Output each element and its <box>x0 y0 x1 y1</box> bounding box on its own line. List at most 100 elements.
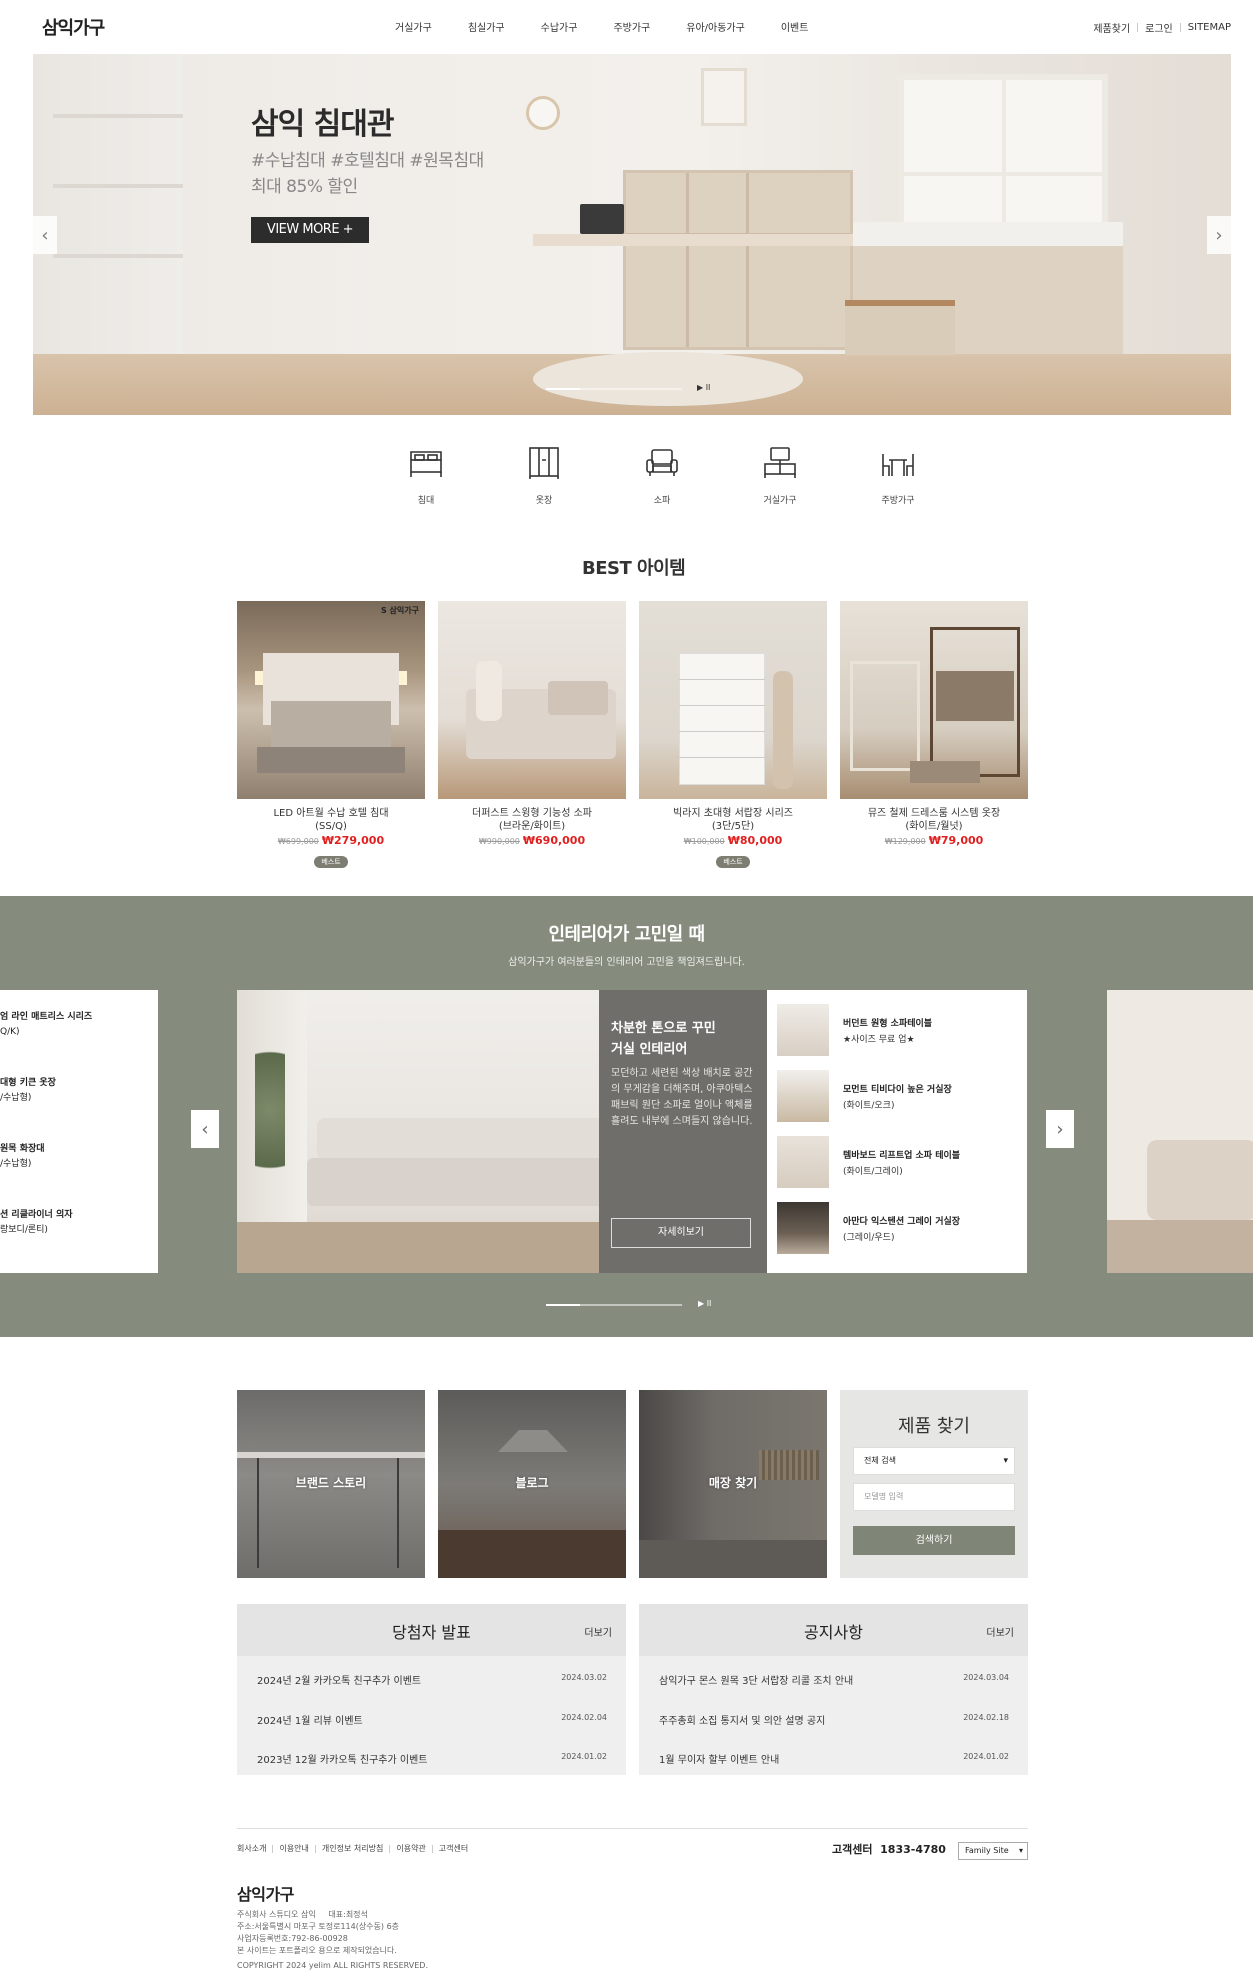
family-site-select[interactable]: Family Site <box>958 1842 1028 1860</box>
category-living[interactable]: 거실가구 <box>721 446 839 507</box>
nav-item-kitchen[interactable]: 주방가구 <box>613 19 650 34</box>
board-item[interactable]: 삼익가구 몬스 원목 3단 서랍장 리콜 조치 안내 2024.03.04 <box>659 1672 1009 1687</box>
category-bed[interactable]: 침대 <box>367 446 485 507</box>
board-item-title: 2024년 2월 카카오톡 친구추가 이벤트 <box>257 1676 422 1687</box>
nav-item-living[interactable]: 거실가구 <box>395 19 432 34</box>
pagination-bar[interactable] <box>580 1304 614 1306</box>
pagination-bar[interactable] <box>614 1304 648 1306</box>
quick-link-label: 블로그 <box>515 1476 549 1490</box>
related-item[interactable]: 엄 라인 매트리스 시리즈 Q/K) <box>0 1010 92 1040</box>
board-item-date: 2024.01.02 <box>561 1752 607 1761</box>
pagination-bar[interactable] <box>648 1304 682 1306</box>
hero-frame-image <box>701 68 747 126</box>
product-option: (3단/5단) <box>711 821 755 832</box>
related-product[interactable]: 버던트 원형 소파테이블 ★사이즈 무료 업★ <box>777 1004 1027 1056</box>
board-item-title: 2023년 12월 카카오톡 친구추가 이벤트 <box>257 1755 428 1766</box>
footer-link-terms[interactable]: 이용약관 <box>396 1843 425 1854</box>
product-name[interactable]: LED 아트월 수납 호텔 침대 <box>237 807 425 820</box>
product-image[interactable]: S 삼익가구 <box>237 601 425 799</box>
view-detail-button[interactable]: 자세히보기 <box>611 1218 751 1248</box>
hero-next-button[interactable]: › <box>1207 216 1231 254</box>
title-line: 차분한 톤으로 꾸민 <box>611 1021 716 1036</box>
related-item[interactable]: 원목 화장대/수납형) <box>0 1142 45 1172</box>
login-link[interactable]: 로그인 <box>1145 20 1173 35</box>
blog-link[interactable]: 블로그 <box>438 1390 626 1578</box>
pagination-bar[interactable] <box>648 388 682 390</box>
living-furniture-icon <box>764 447 796 478</box>
nav-item-kids[interactable]: 유아/아동가구 <box>686 19 745 34</box>
related-product-thumb[interactable] <box>777 1202 829 1254</box>
related-product[interactable]: 템바보드 리프트업 소파 테이블 (화이트/그레이) <box>777 1136 1027 1188</box>
hero-pagination <box>546 388 682 390</box>
related-item[interactable]: 션 리클라이너 의자 랑보디/론티) <box>0 1208 73 1238</box>
product-finder-panel: 제품 찾기 전체 검색 모델명 입력 검색하기 <box>840 1390 1028 1578</box>
sale-price: ₩279,000 <box>321 834 385 847</box>
brand-story-link[interactable]: 브랜드 스토리 <box>237 1390 425 1578</box>
hero-banner[interactable]: 삼익 침대관 #수납침대 #호텔침대 #원목침대 최대 85% 할인 VIEW … <box>33 54 1231 415</box>
model-name-input[interactable]: 모델명 입력 <box>853 1483 1015 1511</box>
product-image[interactable] <box>438 601 626 799</box>
nav-item-event[interactable]: 이벤트 <box>781 19 809 34</box>
living-room-image[interactable] <box>237 990 627 1273</box>
pagination-bar[interactable] <box>546 388 580 390</box>
board-item[interactable]: 주주총회 소집 통지서 및 의안 설명 공지 2024.02.18 <box>659 1712 1009 1727</box>
related-product-thumb[interactable] <box>777 1070 829 1122</box>
product-finder-link[interactable]: 제품찾기 <box>1093 20 1130 35</box>
product-card[interactable]: 빅라지 초대형 서랍장 시리즈 (3단/5단) ₩100,000 ₩80,000 … <box>639 601 827 868</box>
search-category-select[interactable]: 전체 검색 <box>853 1447 1015 1475</box>
category-kitchen[interactable]: 주방가구 <box>839 446 957 507</box>
related-product-thumb[interactable] <box>777 1136 829 1188</box>
related-product-thumb[interactable] <box>777 1004 829 1056</box>
hero-cabinet-image <box>623 170 853 350</box>
product-image[interactable] <box>639 601 827 799</box>
more-link[interactable]: 더보기 <box>584 1624 612 1639</box>
hero-prev-button[interactable]: ‹ <box>33 216 57 254</box>
hero-discount: 최대 85% 할인 <box>251 177 358 197</box>
sitemap-link[interactable]: SITEMAP <box>1188 22 1231 33</box>
hero-view-more-button[interactable]: VIEW MORE + <box>251 217 369 243</box>
board-item-date: 2024.01.02 <box>963 1752 1009 1761</box>
category-wardrobe[interactable]: 옷장 <box>485 446 603 507</box>
footer-link-privacy[interactable]: 개인정보 처리방침 <box>322 1843 383 1854</box>
hero-play-pause-control[interactable]: ▶ II <box>697 383 710 392</box>
interior-play-pause-control[interactable]: ▶ II <box>698 1299 711 1308</box>
product-card[interactable]: 더퍼스트 스윙형 기능성 소파 (브라운/화이트) ₩990,000 ₩690,0… <box>438 601 626 868</box>
related-product[interactable]: 모먼트 티비다이 높은 거실장 (화이트/오크) <box>777 1070 1027 1122</box>
product-name[interactable]: 뮤즈 철제 드레스룸 시스템 옷장 <box>840 807 1028 820</box>
related-item[interactable]: 대형 키큰 옷장/수납형) <box>0 1076 56 1106</box>
chevron-left-icon: ‹ <box>201 1118 209 1140</box>
board-item[interactable]: 2024년 2월 카카오톡 친구추가 이벤트 2024.03.02 <box>257 1672 607 1687</box>
related-product-name: 모먼트 티비다이 높은 거실장 <box>843 1085 952 1095</box>
category-sofa[interactable]: 소파 <box>603 446 721 507</box>
board-item[interactable]: 2024년 1월 리뷰 이벤트 2024.02.04 <box>257 1712 607 1727</box>
related-item-option: /수납형) <box>0 1093 32 1103</box>
pagination-bar[interactable] <box>580 388 614 390</box>
more-link[interactable]: 더보기 <box>986 1624 1014 1639</box>
product-name[interactable]: 빅라지 초대형 서랍장 시리즈 <box>639 807 827 820</box>
pagination-bar[interactable] <box>614 388 648 390</box>
site-logo[interactable]: 삼익가구 <box>42 14 105 40</box>
footer-link-company[interactable]: 회사소개 <box>237 1843 266 1854</box>
product-image[interactable] <box>840 601 1028 799</box>
interior-next-button[interactable]: › <box>1046 1110 1074 1148</box>
board-item[interactable]: 2023년 12월 카카오톡 친구추가 이벤트 2024.01.02 <box>257 1751 607 1766</box>
nav-item-storage[interactable]: 수납가구 <box>541 19 578 34</box>
interior-prev-button[interactable]: ‹ <box>191 1110 219 1148</box>
product-option: (SS/Q) <box>315 821 347 832</box>
store-locator-link[interactable]: 매장 찾기 <box>639 1390 827 1578</box>
product-card[interactable]: 뮤즈 철제 드레스룸 시스템 옷장 (화이트/월넛) ₩129,000 ₩79,0… <box>840 601 1028 868</box>
product-name[interactable]: 더퍼스트 스윙형 기능성 소파 <box>438 807 626 820</box>
hero-title: 삼익 침대관 <box>251 107 394 142</box>
footer-link-support[interactable]: 고객센터 <box>439 1843 468 1854</box>
nav-item-bedroom[interactable]: 침실가구 <box>468 19 505 34</box>
interior-card-next[interactable] <box>1107 990 1253 1273</box>
footer-link-guide[interactable]: 이용안내 <box>279 1843 308 1854</box>
related-product[interactable]: 아만다 익스텐션 그레이 거실장 (그레이/우드) <box>777 1202 1027 1254</box>
board-item[interactable]: 1월 무이자 할부 이벤트 안내 2024.01.02 <box>659 1751 1009 1766</box>
company-info-line: 본 사이트는 포트폴리오 용으로 제작되었습니다. <box>237 1946 397 1955</box>
pagination-bar[interactable] <box>546 1304 580 1306</box>
interior-card-previous[interactable]: 엄 라인 매트리스 시리즈 Q/K) 대형 키큰 옷장/수납형) 원목 화장대/수… <box>0 990 158 1273</box>
board-header: 당첨자 발표 더보기 <box>237 1604 626 1656</box>
product-card[interactable]: S 삼익가구 LED 아트월 수납 호텔 침대 (SS/Q) ₩699,000 ₩… <box>237 601 425 868</box>
search-button[interactable]: 검색하기 <box>853 1526 1015 1555</box>
